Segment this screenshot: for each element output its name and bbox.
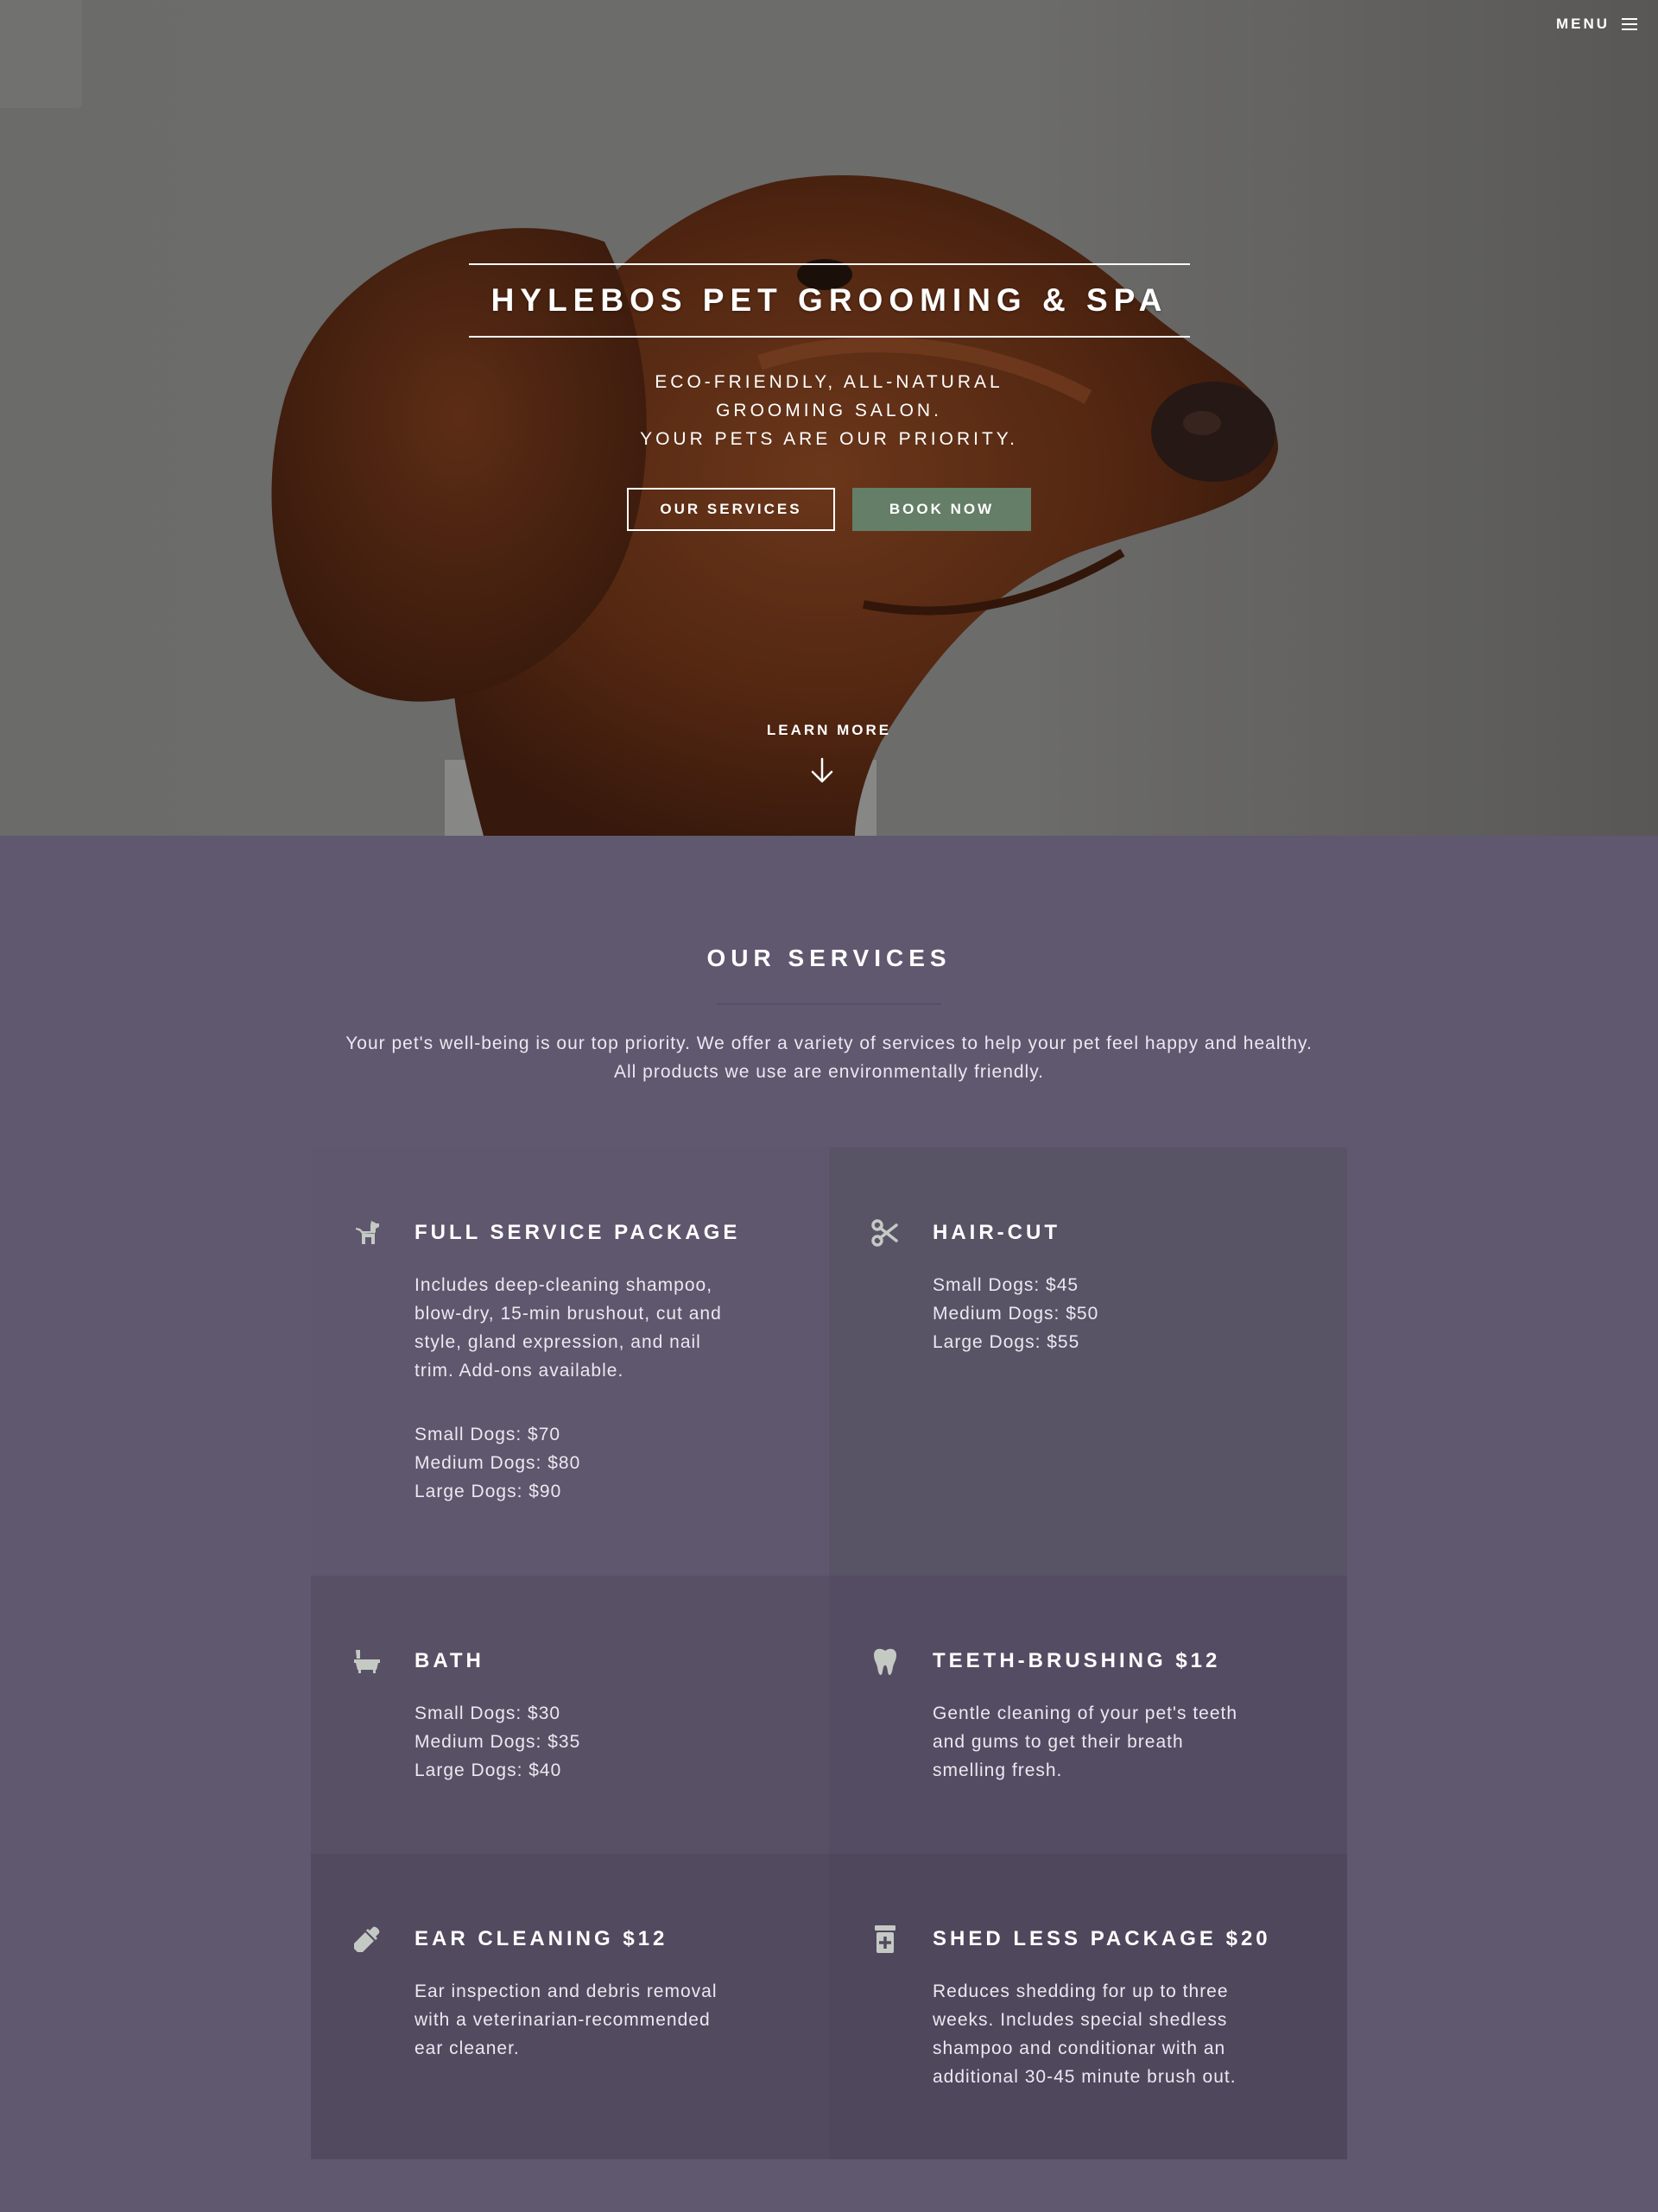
service-card-full-service: FULL SERVICE PACKAGE Includes deep-clean…: [311, 1147, 829, 1576]
description-line: smelling fresh.: [933, 1760, 1063, 1780]
hero-section: MENU HYLEBOS PET GROOMING & SPA ECO-FRIE…: [0, 0, 1658, 836]
description-line: Ear inspection and debris removal: [414, 1981, 718, 2001]
service-title: FULL SERVICE PACKAGE: [414, 1221, 741, 1244]
tagline-line: ECO-FRIENDLY, ALL-NATURAL: [655, 372, 1003, 392]
site-title: HYLEBOS PET GROOMING & SPA: [469, 263, 1190, 338]
services-intro: Your pet's well-being is our top priorit…: [276, 1029, 1382, 1086]
our-services-button[interactable]: OUR SERVICES: [627, 488, 835, 531]
description-line: weeks. Includes special shedless: [933, 2010, 1228, 2030]
description-line: style, gland expression, and nail: [414, 1332, 701, 1352]
service-description: Gentle cleaning of your pet's teeth and …: [933, 1699, 1295, 1785]
service-title: EAR CLEANING $12: [414, 1927, 668, 1950]
service-prices: Small Dogs: $45 Medium Dogs: $50 Large D…: [933, 1271, 1098, 1356]
service-card-bath: BATH Small Dogs: $30 Medium Dogs: $35 La…: [311, 1576, 829, 1854]
description-line: and gums to get their breath: [933, 1732, 1184, 1752]
service-title: TEETH-BRUSHING $12: [933, 1649, 1221, 1672]
description-line: shampoo and conditionar with an: [933, 2038, 1226, 2058]
description-line: with a veterinarian-recommended: [414, 2010, 711, 2030]
description-line: blow-dry, 15-min brushout, cut and: [414, 1304, 722, 1324]
services-heading: OUR SERVICES: [706, 945, 952, 971]
service-card-shed-less: SHED LESS PACKAGE $20 Reduces shedding f…: [829, 1854, 1347, 2159]
price-line: Medium Dogs: $50: [933, 1304, 1099, 1324]
service-description: Includes deep-cleaning shampoo, blow-dry…: [414, 1271, 777, 1385]
services-grid: FULL SERVICE PACKAGE Includes deep-clean…: [311, 1147, 1347, 2159]
heading-divider: [717, 1003, 941, 1005]
price-line: Large Dogs: $55: [933, 1332, 1080, 1352]
intro-line: Your pet's well-being is our top priorit…: [345, 1033, 1313, 1053]
eyedropper-icon: [352, 1924, 382, 1954]
price-line: Medium Dogs: $80: [414, 1453, 581, 1473]
service-description: Ear inspection and debris removal with a…: [414, 1977, 777, 2063]
tooth-icon: [870, 1646, 900, 1676]
description-line: Reduces shedding for up to three: [933, 1981, 1229, 2001]
dog-icon: [352, 1218, 382, 1248]
medicine-bottle-icon: [870, 1924, 900, 1954]
book-now-button[interactable]: BOOK NOW: [852, 488, 1031, 531]
intro-line: All products we use are environmentally …: [614, 1062, 1044, 1082]
price-line: Large Dogs: $40: [414, 1760, 562, 1780]
menu-button[interactable]: MENU: [1556, 16, 1637, 33]
description-line: additional 30-45 minute brush out.: [933, 2067, 1237, 2087]
price-line: Small Dogs: $45: [933, 1275, 1079, 1295]
bathtub-icon: [352, 1646, 382, 1676]
service-description: Reduces shedding for up to three weeks. …: [933, 1977, 1295, 2091]
price-line: Small Dogs: $30: [414, 1703, 561, 1723]
hero-tagline: ECO-FRIENDLY, ALL-NATURAL GROOMING SALON…: [570, 368, 1088, 453]
tagline-line: YOUR PETS ARE OUR PRIORITY.: [640, 429, 1018, 449]
description-line: ear cleaner.: [414, 2038, 520, 2058]
service-prices: Small Dogs: $30 Medium Dogs: $35 Large D…: [414, 1699, 580, 1785]
description-line: Includes deep-cleaning shampoo,: [414, 1275, 713, 1295]
menu-label: MENU: [1555, 16, 1610, 32]
scissors-icon: [870, 1218, 900, 1248]
tagline-line: GROOMING SALON.: [716, 401, 942, 420]
service-prices: Small Dogs: $70 Medium Dogs: $80 Large D…: [414, 1420, 580, 1506]
description-line: Gentle cleaning of your pet's teeth: [933, 1703, 1238, 1723]
service-card-hair-cut: HAIR-CUT Small Dogs: $45 Medium Dogs: $5…: [829, 1147, 1347, 1576]
service-card-teeth-brushing: TEETH-BRUSHING $12 Gentle cleaning of yo…: [829, 1576, 1347, 1854]
arrow-down-icon[interactable]: [809, 757, 835, 785]
service-title: BATH: [414, 1649, 484, 1672]
price-line: Large Dogs: $90: [414, 1482, 562, 1501]
hamburger-icon: [1622, 18, 1637, 30]
service-card-ear-cleaning: EAR CLEANING $12 Ear inspection and debr…: [311, 1854, 829, 2159]
learn-more-link[interactable]: LEARN MORE: [743, 722, 915, 739]
price-line: Medium Dogs: $35: [414, 1732, 581, 1752]
price-line: Small Dogs: $70: [414, 1425, 561, 1444]
service-title: SHED LESS PACKAGE $20: [933, 1927, 1271, 1950]
service-title: HAIR-CUT: [933, 1221, 1060, 1244]
description-line: trim. Add-ons available.: [414, 1361, 624, 1381]
